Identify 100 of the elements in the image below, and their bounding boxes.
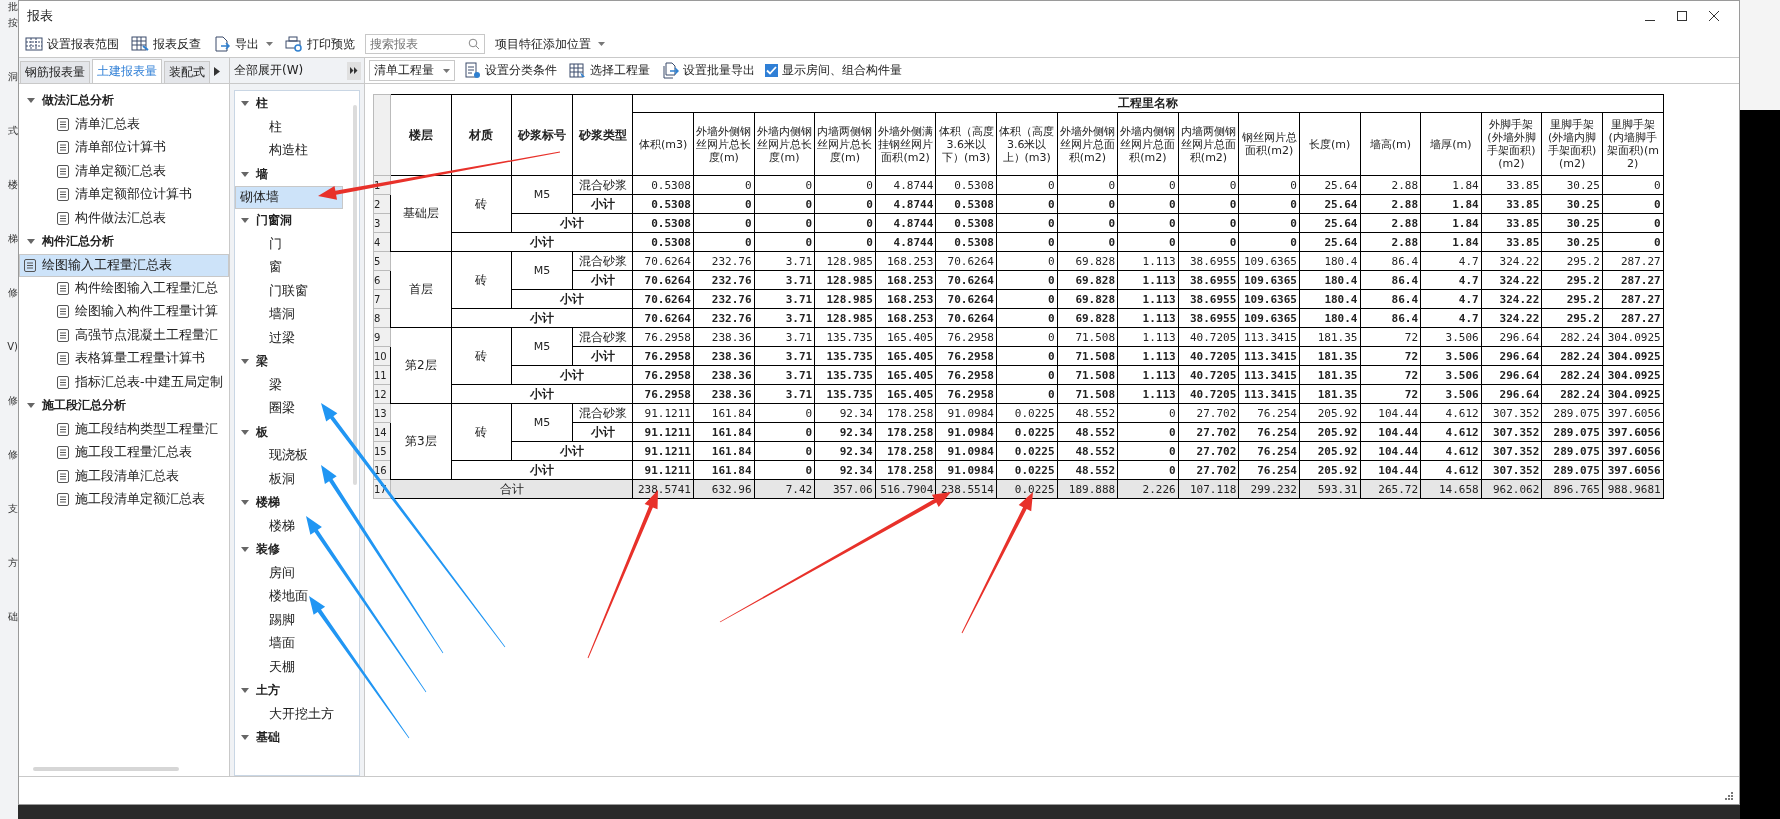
component-item[interactable]: 门联窗	[235, 279, 351, 303]
table-cell: 282.24	[1541, 384, 1603, 404]
scrollbar[interactable]	[33, 767, 179, 771]
table-cell: 0	[1178, 175, 1239, 195]
component-item[interactable]: 门	[235, 232, 351, 256]
column-header: 外墙外侧钢丝网片总长度(m)	[693, 112, 755, 176]
table-cell: 0	[1117, 175, 1179, 195]
tree-group[interactable]: 梁	[235, 350, 351, 374]
column-header: 外墙外侧满挂钢丝网片面积(m2)	[875, 112, 936, 176]
report-item[interactable]: 高强节点混凝土工程量汇	[19, 323, 229, 347]
tree-group[interactable]: 土方	[235, 679, 351, 703]
report-item[interactable]: 施工段结构类型工程量汇	[19, 417, 229, 441]
component-item[interactable]: 楼梯	[235, 514, 351, 538]
toolbar-button[interactable]: 设置批量导出	[660, 59, 757, 82]
table-cell: 0	[754, 422, 815, 442]
report-tab[interactable]: 装配式	[164, 61, 210, 83]
report-item[interactable]: 清单汇总表	[19, 112, 229, 136]
tree-group[interactable]: 墙	[235, 162, 351, 186]
component-item[interactable]: 房间	[235, 561, 351, 585]
component-item[interactable]: 柱	[235, 115, 351, 139]
component-item[interactable]: 圈梁	[235, 397, 351, 421]
report-item[interactable]: 构件绘图输入工程量汇总	[19, 276, 229, 300]
table-cell: 180.4	[1299, 308, 1360, 328]
component-item[interactable]: 墙洞	[235, 303, 351, 327]
report-item[interactable]: 表格算量工程量计算书	[19, 347, 229, 371]
position-dropdown[interactable]: 项目特征添加位置	[493, 33, 607, 55]
component-item[interactable]: 窗	[235, 256, 351, 280]
expand-all-button[interactable]: 全部展开(W)	[234, 62, 341, 79]
table-cell: 4.7	[1420, 308, 1482, 328]
table-cell: 238.36	[693, 346, 755, 366]
table-cell: 165.405	[875, 346, 936, 366]
toolbar-button[interactable]: 打印预览	[283, 33, 357, 55]
report-tab[interactable]: 钢筋报表量	[20, 61, 90, 83]
table-cell: 113.3415	[1238, 365, 1300, 385]
table-cell: 40.7205	[1178, 327, 1239, 347]
toolbar-button[interactable]: 设置分类条件	[463, 59, 559, 82]
report-item[interactable]: 施工段清单汇总表	[19, 464, 229, 488]
report-tab[interactable]: 土建报表量	[92, 59, 162, 83]
component-item[interactable]: 砌体墙	[235, 186, 343, 209]
table-cell: 304.0925	[1602, 327, 1664, 347]
table-cell: 76.254	[1238, 403, 1300, 423]
scrollbar[interactable]	[353, 105, 357, 485]
table-cell: 小计	[572, 194, 633, 214]
table-cell: 0	[1117, 403, 1179, 423]
group-header: 工程里名称	[632, 94, 1664, 113]
report-item[interactable]: 绘图输入工程量汇总表	[19, 253, 229, 277]
scroll-right-icon[interactable]	[214, 67, 220, 76]
table-cell: 76.2958	[632, 327, 694, 347]
search-field[interactable]: 搜索报表	[365, 34, 485, 54]
table-cell: 91.0984	[935, 441, 997, 461]
component-item[interactable]: 楼地面	[235, 585, 351, 609]
component-item[interactable]: 踢脚	[235, 608, 351, 632]
report-item[interactable]: 清单定额汇总表	[19, 159, 229, 183]
tree-group[interactable]: 装修	[235, 538, 351, 562]
resize-grip-icon[interactable]	[1725, 792, 1733, 800]
tree-group[interactable]: 做法汇总分析	[19, 89, 229, 113]
report-item[interactable]: 绘图输入构件工程量计算	[19, 300, 229, 324]
table-cell: 0	[693, 194, 755, 214]
more-button[interactable]	[347, 61, 361, 80]
tree-group[interactable]: 基础	[235, 726, 351, 750]
tree-group[interactable]: 柱	[235, 92, 351, 116]
quantity-select[interactable]: 清单工程量	[369, 60, 455, 81]
component-item[interactable]: 墙面	[235, 632, 351, 656]
tree-group[interactable]: 门窗洞	[235, 209, 351, 233]
component-item[interactable]: 大开挖土方	[235, 702, 351, 726]
table-cell: 295.2	[1541, 251, 1603, 271]
table-cell: 27.702	[1178, 460, 1239, 480]
toolbar-button[interactable]: 选择工程量	[567, 59, 652, 82]
report-item[interactable]: 构件做法汇总表	[19, 206, 229, 230]
table-cell: 0	[996, 346, 1058, 366]
report-item[interactable]: 清单部位计算书	[19, 136, 229, 160]
table-cell: 小计	[572, 346, 633, 366]
component-item[interactable]: 构造柱	[235, 139, 351, 163]
tree-group[interactable]: 施工段汇总分析	[19, 394, 229, 418]
table-cell: 混合砂浆	[572, 175, 633, 195]
table-cell: 33.85	[1481, 194, 1542, 214]
component-item[interactable]: 天棚	[235, 655, 351, 679]
report-item[interactable]: 指标汇总表-中建五局定制	[19, 370, 229, 394]
checkbox[interactable]	[765, 64, 778, 77]
table-cell: 161.84	[693, 460, 755, 480]
component-item[interactable]: 过梁	[235, 326, 351, 350]
tree-group[interactable]: 板	[235, 420, 351, 444]
report-item[interactable]: 施工段清单定额汇总表	[19, 488, 229, 512]
caret-icon	[241, 359, 249, 365]
table-cell: 161.84	[693, 441, 755, 461]
component-item[interactable]: 板洞	[235, 467, 351, 491]
background-menu-text: 批	[8, 2, 18, 12]
tree-group[interactable]: 楼梯	[235, 491, 351, 515]
component-item[interactable]: 梁	[235, 373, 351, 397]
table-icon	[131, 36, 149, 52]
report-item[interactable]: 施工段工程量汇总表	[19, 441, 229, 465]
table-cell: 109.6365	[1238, 308, 1300, 328]
toolbar-button[interactable]: 设置报表范围	[23, 33, 121, 55]
table-cell: 287.27	[1602, 308, 1664, 328]
toolbar-button[interactable]: 报表反查	[129, 33, 203, 55]
report-item[interactable]: 清单定额部位计算书	[19, 183, 229, 207]
tree-group[interactable]: 构件汇总分析	[19, 230, 229, 254]
table-cell: 86.4	[1360, 270, 1421, 290]
component-item[interactable]: 现浇板	[235, 444, 351, 468]
toolbar-button[interactable]: 导出	[211, 33, 275, 55]
